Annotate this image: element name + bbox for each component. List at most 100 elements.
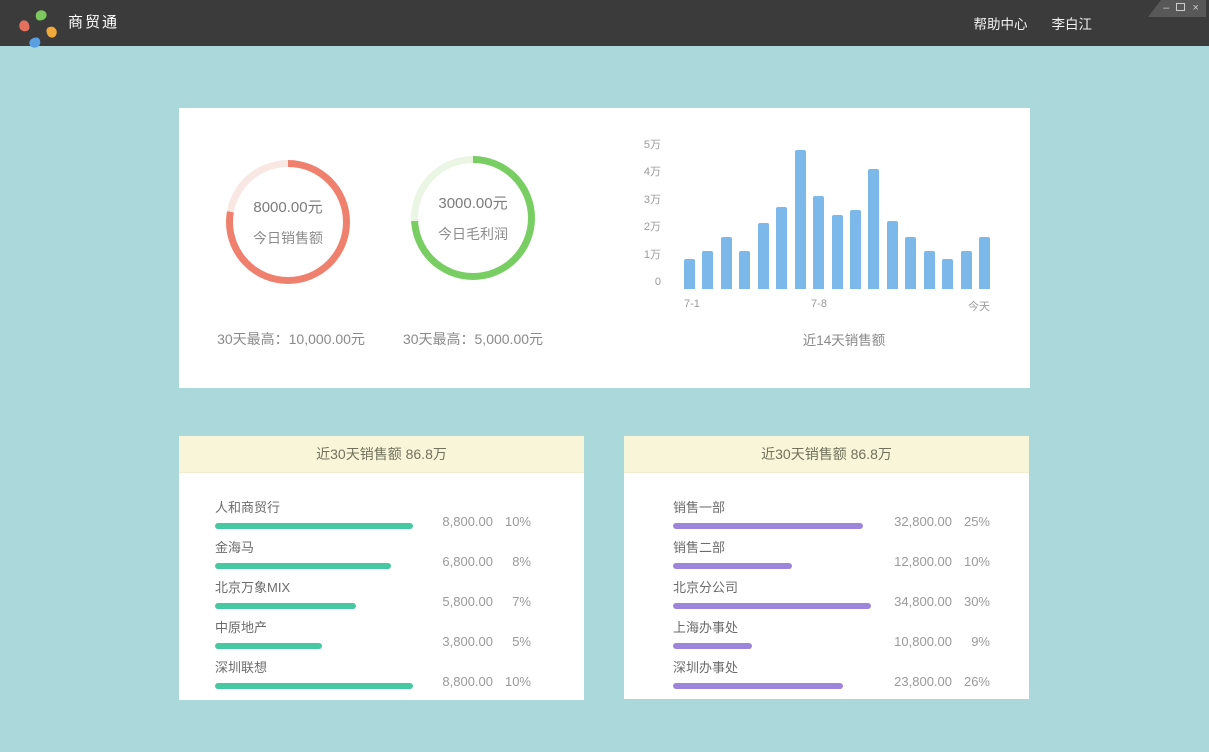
y-tick-label: 4万 (644, 165, 661, 179)
chart-bar (813, 196, 824, 289)
app-window: 商贸通 帮助中心 李白江 – × 8000.00元 今日销售额 30天最高：10… (0, 0, 1209, 752)
chart-bar (924, 251, 935, 289)
ranking-row-value: 10,800.00 (880, 634, 952, 649)
ranking-row-name: 上海办事处 (673, 617, 752, 636)
ranking-row-name: 销售二部 (673, 537, 792, 556)
chart-bar (887, 221, 898, 289)
ranking-row-bar (673, 683, 843, 689)
chart-bar (776, 207, 787, 289)
ranking-row-percent: 10% (493, 514, 531, 529)
ranking-row-name: 人和商贸行 (215, 497, 413, 516)
ranking-row: 中原地产3,800.005% (215, 609, 531, 649)
ranking-row-value: 12,800.00 (880, 554, 952, 569)
ranking-row: 北京分公司 34,800.0030% (673, 569, 990, 609)
ranking-row: 上海办事处 10,800.009% (673, 609, 990, 649)
chart-y-axis: 5万4万3万2万1万0 (627, 108, 661, 308)
customer-ranking-card: 近30天销售额 86.8万 人和商贸行8,800.0010%金海马6,800.0… (179, 436, 584, 700)
y-tick-label: 5万 (644, 138, 661, 152)
ranking-row-percent: 26% (952, 674, 990, 689)
ranking-row-name: 深圳办事处 (673, 657, 843, 676)
ranking-row-value: 8,800.00 (421, 674, 493, 689)
x-label-today: 今天 (968, 298, 990, 314)
today-sales-value: 8000.00元 (253, 196, 322, 217)
ranking-row-percent: 10% (493, 674, 531, 689)
chart-bar (979, 237, 990, 289)
ranking-row-value: 32,800.00 (880, 514, 952, 529)
sales-bar-chart (684, 145, 990, 289)
logo-petal-orange (46, 26, 58, 39)
logo-petal-blue (29, 37, 42, 49)
today-profit-gauge: 3000.00元 今日毛利润 (411, 156, 535, 280)
today-sales-30day-max: 30天最高：10,000.00元 (191, 329, 391, 349)
ranking-row-value: 8,800.00 (421, 514, 493, 529)
department-ranking-card: 近30天销售额 86.8万 销售一部 32,800.0025% 销售二部 12,800… (624, 436, 1029, 699)
today-profit-label: 今日毛利润 (438, 224, 508, 244)
chart-x-axis: 7-1 7-8 今天 (684, 298, 990, 312)
ranking-row-bar (673, 563, 792, 569)
chart-bar (832, 215, 843, 289)
logo-petal-coral (18, 20, 30, 33)
chart-bar (721, 237, 732, 289)
ranking-row: 金海马 6,800.008% (215, 529, 531, 569)
titlebar-nav: 帮助中心 李白江 (974, 0, 1093, 46)
department-ranking-list: 销售一部 32,800.0025% 销售二部 12,800.0010% 北京分公司 34,… (624, 473, 1029, 689)
chart-bar (850, 210, 861, 289)
close-icon[interactable]: × (1192, 3, 1198, 14)
chart-bar (961, 251, 972, 289)
logo-petal-green (35, 9, 48, 21)
ranking-row-name: 销售一部 (673, 497, 863, 516)
y-tick-label: 1万 (644, 248, 661, 262)
ranking-row-percent: 5% (493, 634, 531, 649)
ranking-row-bar (673, 643, 752, 649)
department-ranking-header: 近30天销售额 86.8万 (624, 436, 1029, 473)
customer-ranking-header: 近30天销售额 86.8万 (179, 436, 584, 473)
chart-bar (702, 251, 713, 289)
ranking-row-percent: 30% (952, 594, 990, 609)
ranking-row-bar (673, 523, 863, 529)
ranking-row-name: 中原地产 (215, 617, 322, 636)
today-profit-value: 3000.00元 (438, 192, 507, 213)
x-label-mid: 7-8 (811, 298, 827, 310)
ranking-row-bar (215, 643, 322, 649)
ranking-row: 销售二部 12,800.0010% (673, 529, 990, 569)
customer-ranking-list: 人和商贸行8,800.0010%金海马6,800.008%北京万象MIX5,80… (179, 473, 584, 689)
y-tick-label: 2万 (644, 220, 661, 234)
ranking-row: 销售一部 32,800.0025% (673, 489, 990, 529)
ranking-row-bar (673, 603, 871, 609)
ranking-row: 北京万象MIX5,800.007% (215, 569, 531, 609)
today-sales-gauge: 8000.00元 今日销售额 (226, 160, 350, 284)
minimize-icon[interactable]: – (1163, 3, 1169, 14)
ranking-row-value: 34,800.00 (880, 594, 952, 609)
chart-bar (795, 150, 806, 289)
ranking-row-bar (215, 603, 356, 609)
chart-bar (758, 223, 769, 289)
ranking-row-value: 23,800.00 (880, 674, 952, 689)
ranking-row-percent: 8% (493, 554, 531, 569)
chart-bar (905, 237, 916, 289)
ranking-row-percent: 7% (493, 594, 531, 609)
user-name-link[interactable]: 李白江 (1052, 13, 1093, 33)
ranking-row-value: 6,800.00 (421, 554, 493, 569)
ranking-row-percent: 9% (952, 634, 990, 649)
chart-caption: 近14天销售额 (691, 329, 997, 349)
ranking-row-bar (215, 523, 413, 529)
chart-bar (942, 259, 953, 289)
ranking-row: 深圳办事处 23,800.0026% (673, 649, 990, 689)
ranking-row-name: 金海马 (215, 537, 391, 556)
maximize-icon[interactable] (1176, 3, 1185, 14)
app-logo-pinwheel-icon (28, 11, 52, 35)
chart-bar (739, 251, 750, 289)
help-center-link[interactable]: 帮助中心 (974, 13, 1028, 33)
ranking-row-name: 北京万象MIX (215, 577, 356, 596)
ranking-row-bar (215, 683, 413, 689)
today-sales-label: 今日销售额 (253, 228, 323, 248)
ranking-row-percent: 10% (952, 554, 990, 569)
titlebar: 商贸通 帮助中心 李白江 – × (0, 0, 1209, 46)
x-label-start: 7-1 (684, 298, 700, 310)
chart-bar (684, 259, 695, 289)
ranking-row-name: 北京分公司 (673, 577, 871, 596)
y-tick-label: 3万 (644, 193, 661, 207)
ranking-row-name: 深圳联想 (215, 657, 413, 676)
app-title: 商贸通 (68, 0, 119, 46)
ranking-row-percent: 25% (952, 514, 990, 529)
